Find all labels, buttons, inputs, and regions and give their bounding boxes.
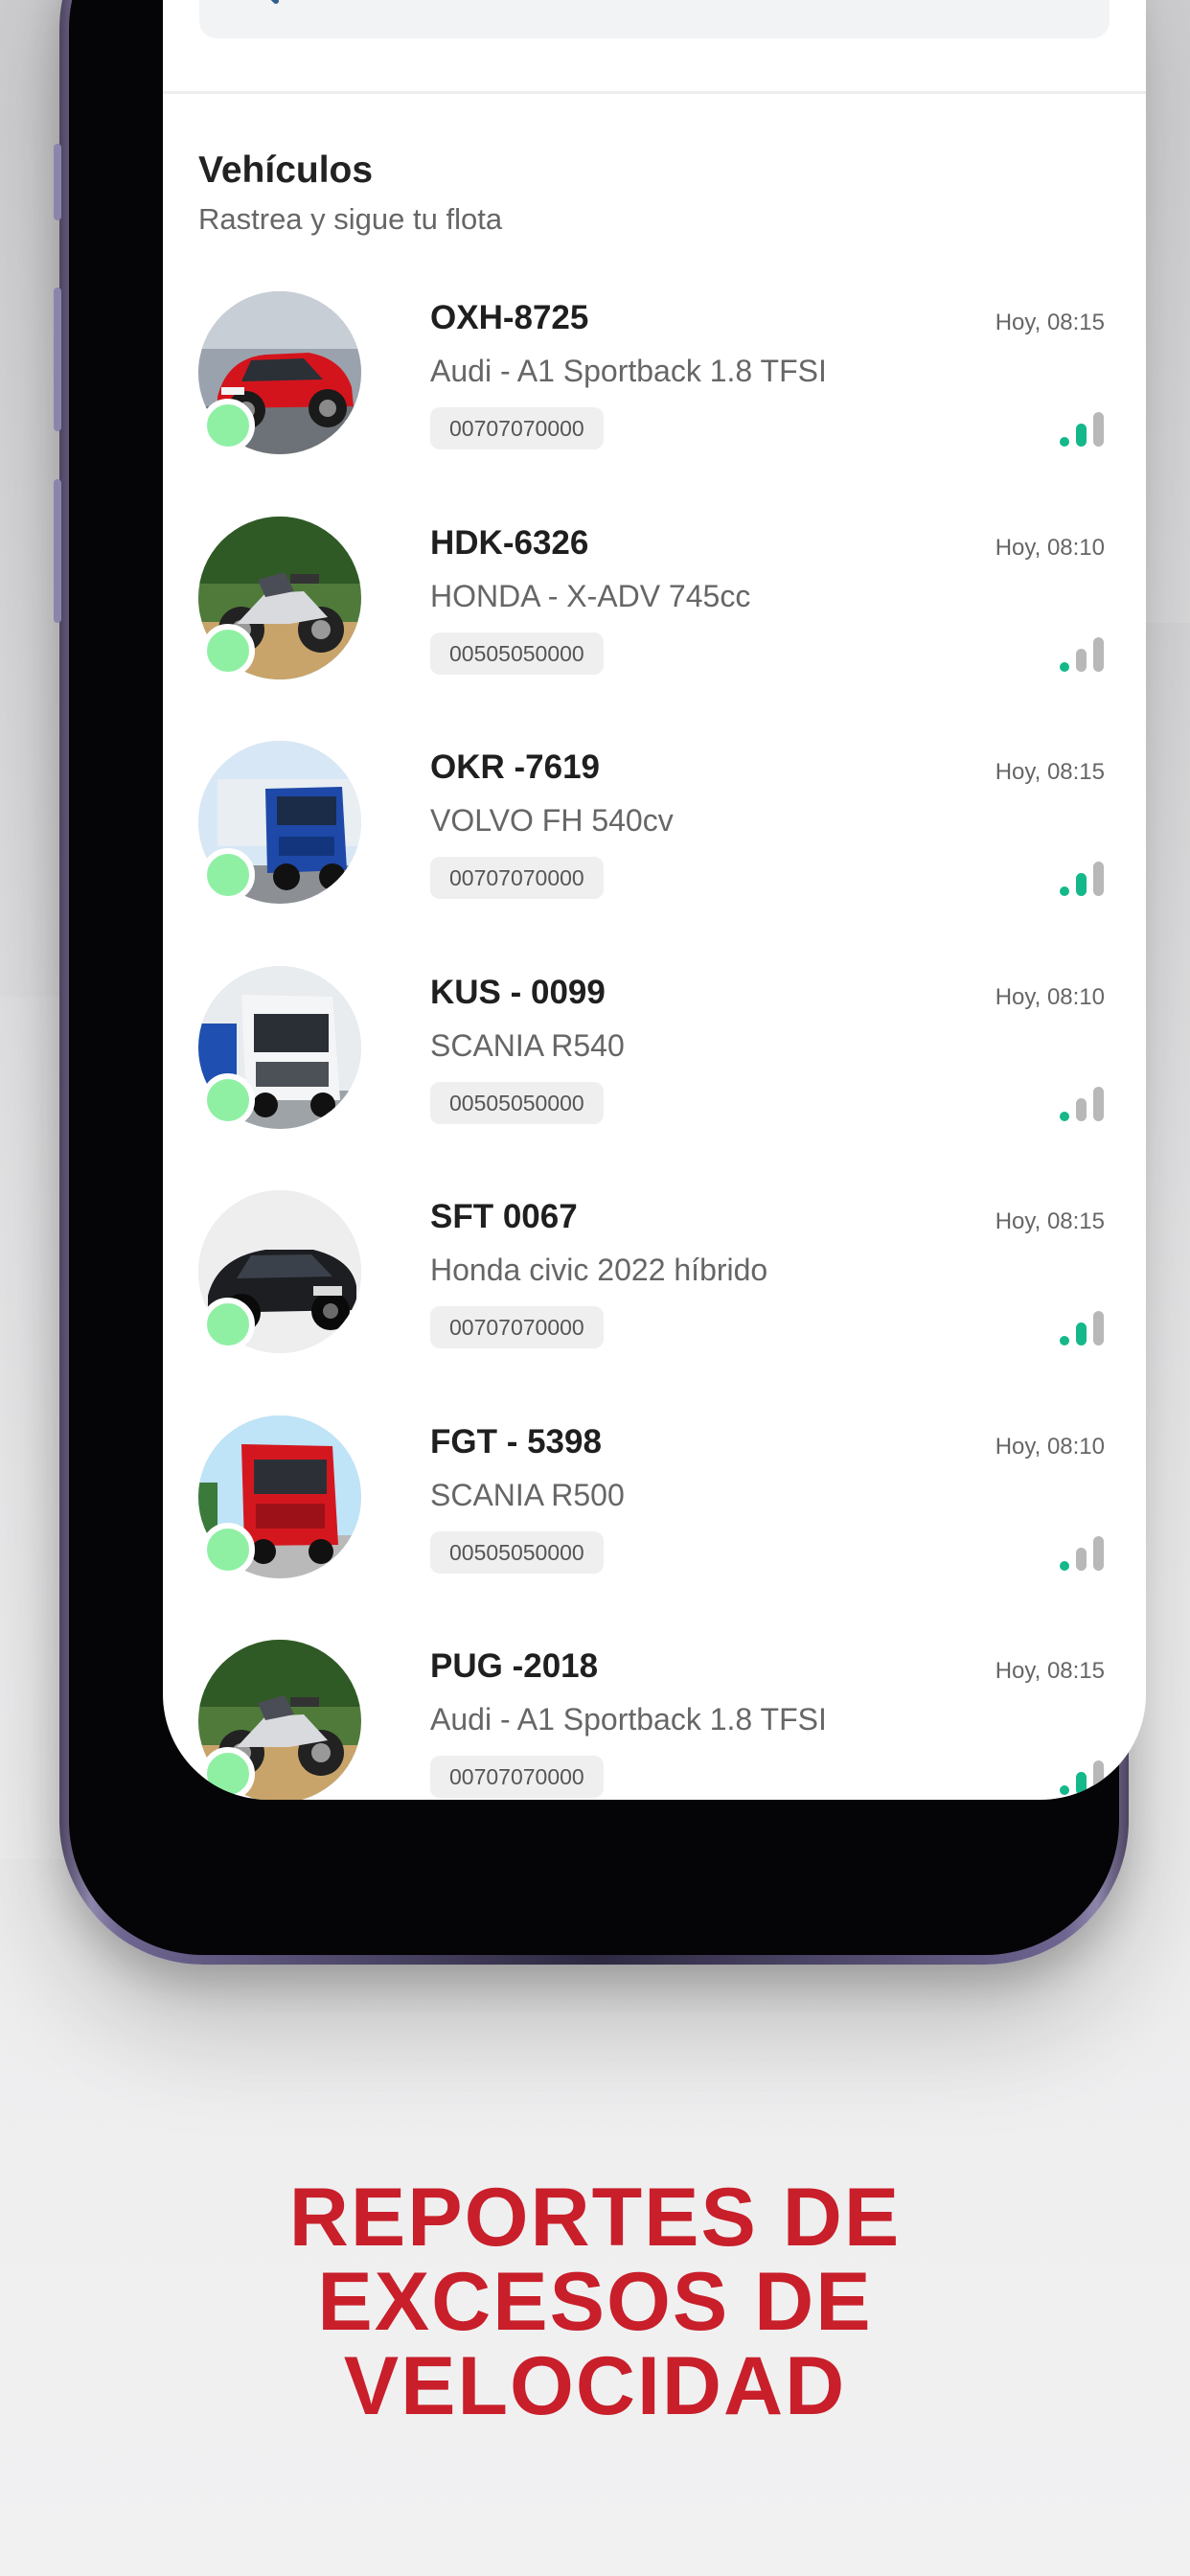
signal-bar	[1093, 636, 1104, 672]
vehicle-plate: FGT - 5398	[430, 1422, 602, 1460]
signal-strength-icon	[1060, 1535, 1104, 1571]
vehicle-row[interactable]: HDK-6326 HONDA - X-ADV 745cc 00505050000 Ho…	[163, 516, 1146, 742]
signal-bar	[1076, 873, 1087, 896]
signal-bar	[1093, 1086, 1104, 1121]
signal-bar	[1060, 886, 1069, 896]
online-status-dot	[201, 1747, 255, 1800]
signal-bar	[1093, 1760, 1104, 1795]
vehicle-model: Honda civic 2022 híbrido	[430, 1253, 768, 1287]
last-update-time: Hoy, 08:15	[995, 759, 1105, 785]
online-status-dot	[201, 1072, 255, 1127]
vehicle-list: OXH-8725 Audi - A1 Sportback 1.8 TFSI 0070…	[163, 291, 1146, 1800]
signal-bar	[1076, 648, 1087, 672]
search-icon	[236, 0, 280, 10]
phone-mute-switch	[54, 144, 61, 220]
signal-bar	[1076, 424, 1087, 447]
signal-strength-icon	[1060, 636, 1104, 672]
vehicle-plate: OKR -7619	[430, 748, 601, 786]
headline-line-2: EXCESOS DE	[317, 2256, 873, 2348]
online-status-dot	[201, 623, 255, 678]
signal-bar	[1093, 412, 1104, 447]
signal-strength-icon	[1060, 1086, 1104, 1121]
search-bar[interactable]	[199, 0, 1110, 38]
last-update-time: Hoy, 08:10	[995, 983, 1105, 1010]
online-status-dot	[201, 1298, 255, 1351]
section-title: Vehículos	[198, 150, 374, 191]
signal-bar	[1060, 1785, 1069, 1795]
headline-line-3: VELOCIDAD	[343, 2340, 847, 2432]
vehicle-plate: HDK-6326	[430, 523, 589, 562]
signal-bar	[1060, 1560, 1069, 1571]
vehicle-model: Audi - A1 Sportback 1.8 TFSI	[430, 354, 827, 388]
last-update-time: Hoy, 08:10	[995, 534, 1105, 561]
signal-bar	[1076, 1772, 1087, 1795]
signal-strength-icon	[1060, 1760, 1104, 1795]
promo-headline: REPORTES DE EXCESOS DE VELOCIDAD	[0, 2175, 1190, 2428]
device-id-badge: 00707070000	[430, 407, 604, 449]
signal-strength-icon	[1060, 1311, 1104, 1346]
vehicle-row[interactable]: OKR -7619 VOLVO FH 540cv 00707070000 Hoy, 0…	[163, 741, 1146, 966]
vehicle-row[interactable]: KUS - 0099 SCANIA R540 00505050000 Hoy, 08:…	[163, 965, 1146, 1191]
vehicle-model: VOLVO FH 540cv	[430, 803, 674, 838]
vehicle-plate: SFT 0067	[430, 1198, 578, 1235]
device-id-badge: 00505050000	[430, 632, 604, 675]
last-update-time: Hoy, 08:15	[995, 310, 1105, 335]
online-status-dot	[201, 1522, 255, 1576]
signal-strength-icon	[1060, 412, 1104, 447]
headline-line-1: REPORTES DE	[288, 2172, 902, 2264]
device-id-badge: 00707070000	[430, 857, 604, 899]
phone-volume-up	[54, 288, 61, 431]
vehicle-model: SCANIA R500	[430, 1477, 625, 1512]
vehicle-row[interactable]: SFT 0067 Honda civic 2022 híbrido 00707070…	[163, 1190, 1146, 1415]
vehicle-plate: PUG -2018	[430, 1647, 599, 1685]
signal-bar	[1060, 1111, 1069, 1121]
last-update-time: Hoy, 08:15	[995, 1208, 1105, 1234]
signal-bar	[1093, 1535, 1104, 1571]
signal-strength-icon	[1060, 862, 1104, 896]
device-id-badge: 00505050000	[430, 1081, 604, 1124]
device-id-badge: 00707070000	[430, 1306, 604, 1348]
vehicle-row[interactable]: FGT - 5398 SCANIA R500 00505050000 Hoy, 08:…	[163, 1414, 1146, 1641]
app-screen: Vehículos Rastrea y sigue tu flota OXH-8…	[163, 0, 1146, 1800]
search-input[interactable]	[280, 0, 1110, 38]
signal-bar	[1076, 1322, 1087, 1346]
phone-frame: Vehículos Rastrea y sigue tu flota OXH-8…	[54, 0, 1146, 1965]
phone-volume-down	[54, 479, 61, 623]
signal-bar	[1060, 437, 1069, 447]
vehicle-model: HONDA - X-ADV 745cc	[430, 578, 751, 613]
vehicle-row[interactable]: OXH-8725 Audi - A1 Sportback 1.8 TFSI 0070…	[163, 291, 1146, 517]
signal-bar	[1060, 1336, 1069, 1346]
vehicle-plate: OXH-8725	[430, 299, 589, 336]
vehicle-plate: KUS - 0099	[430, 973, 606, 1011]
last-update-time: Hoy, 08:10	[995, 1433, 1105, 1460]
vehicle-model: Audi - A1 Sportback 1.8 TFSI	[430, 1702, 827, 1736]
header-divider	[163, 91, 1146, 94]
online-status-dot	[201, 848, 255, 902]
device-id-badge: 00505050000	[430, 1530, 604, 1574]
signal-bar	[1076, 1547, 1087, 1571]
signal-bar	[1093, 862, 1104, 896]
device-id-badge: 00707070000	[430, 1756, 604, 1798]
vehicle-model: SCANIA R540	[430, 1027, 625, 1063]
online-status-dot	[201, 399, 255, 452]
signal-bar	[1060, 661, 1069, 672]
signal-bar	[1093, 1311, 1104, 1346]
section-subtitle: Rastrea y sigue tu flota	[198, 202, 503, 236]
signal-bar	[1076, 1097, 1087, 1121]
last-update-time: Hoy, 08:15	[995, 1658, 1105, 1684]
vehicle-row[interactable]: PUG -2018 Audi - A1 Sportback 1.8 TFSI 007…	[163, 1640, 1146, 1800]
